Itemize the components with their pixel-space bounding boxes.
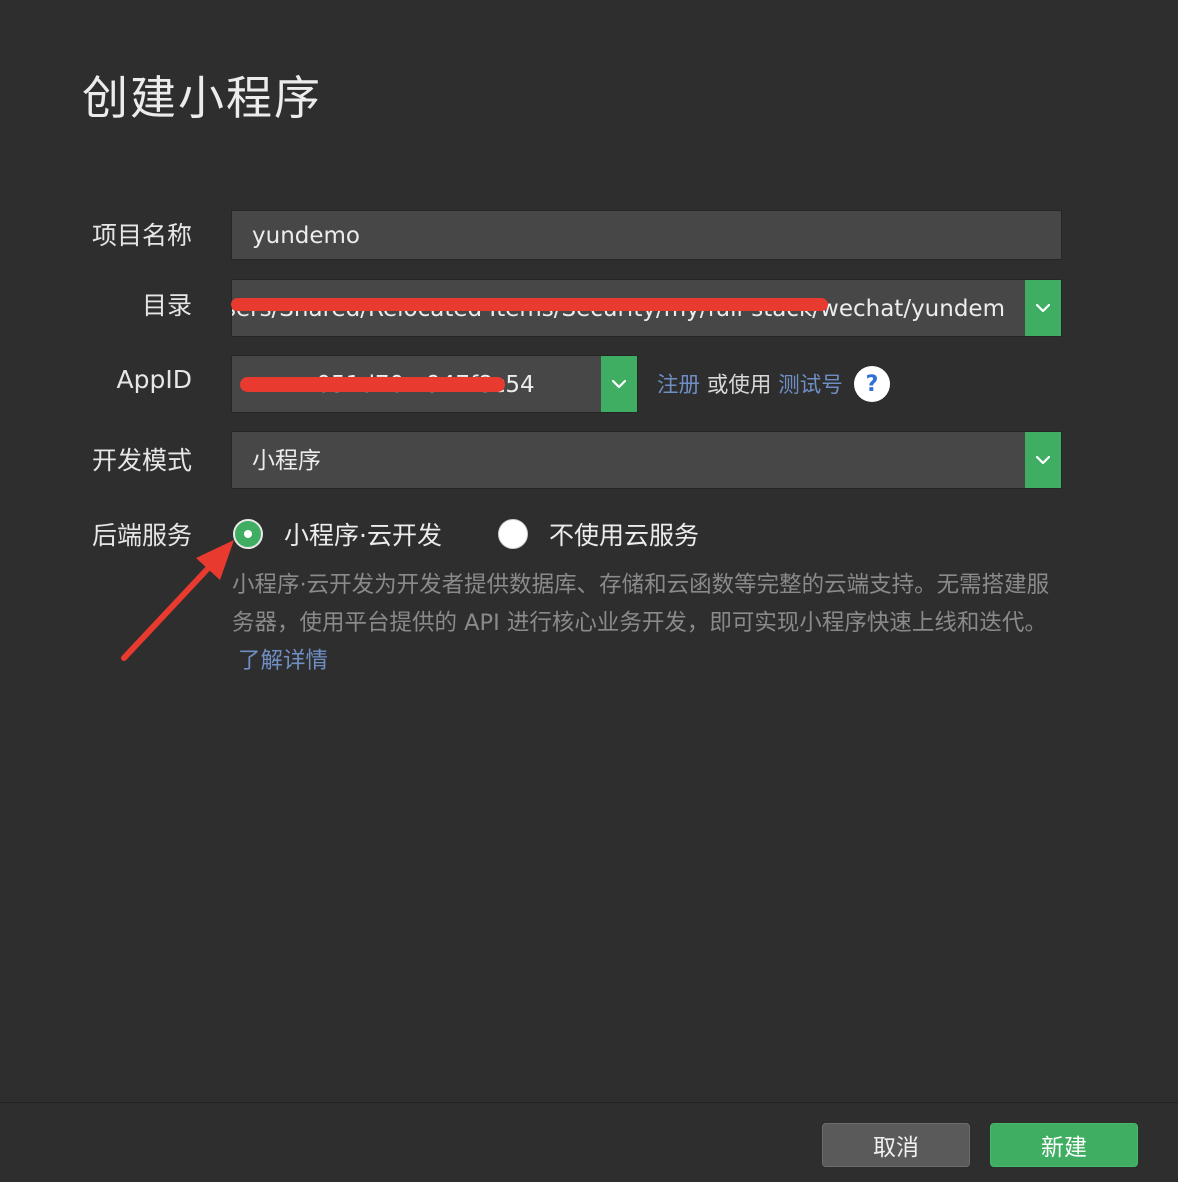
appid-label: AppID [116, 365, 192, 394]
project-name-label: 项目名称 [91, 221, 192, 250]
question-icon: ? [865, 371, 879, 397]
directory-label: 目录 [141, 291, 192, 320]
or-use-text: 或使用 [706, 373, 772, 398]
dev-mode-label: 开发模式 [91, 446, 192, 475]
red-arrow-icon [121, 540, 234, 661]
create-miniprogram-dialog: 创建小程序 项目名称 yundemo 目录 /Users/Shared/Relo… [0, 0, 1178, 1182]
radio-cloud-dev-label[interactable]: 小程序·云开发 [284, 516, 442, 552]
chevron-down-icon [1036, 303, 1050, 312]
project-name-value: yundemo [252, 223, 360, 249]
dialog-title: 创建小程序 [82, 71, 322, 125]
redaction-mark [240, 377, 505, 392]
help-button[interactable]: ? [854, 366, 890, 402]
chevron-down-icon [1036, 455, 1050, 464]
backend-description-text: 小程序·云开发为开发者提供数据库、存储和云函数等完整的云端支持。无需搭建服务器，… [232, 572, 1050, 636]
directory-dropdown-button[interactable] [1025, 280, 1061, 336]
radio-no-cloud-label[interactable]: 不使用云服务 [549, 516, 699, 552]
register-link[interactable]: 注册 [657, 373, 700, 398]
project-name-input[interactable]: yundemo [231, 210, 1062, 260]
redaction-mark [231, 298, 828, 311]
appid-dropdown-button[interactable] [601, 356, 637, 412]
dev-mode-select[interactable]: 小程序 [231, 431, 1062, 489]
test-account-link[interactable]: 测试号 [778, 373, 843, 398]
backend-description: 小程序·云开发为开发者提供数据库、存储和云函数等完整的云端支持。无需搭建服务器，… [232, 566, 1062, 680]
learn-more-link[interactable]: 了解详情 [238, 648, 328, 674]
create-button[interactable]: 新建 [990, 1123, 1138, 1167]
cancel-button[interactable]: 取消 [822, 1123, 970, 1167]
chevron-down-icon [612, 379, 626, 388]
dev-mode-dropdown-button[interactable] [1025, 432, 1061, 488]
dev-mode-value: 小程序 [252, 448, 321, 474]
appid-links: 注册 或使用 测试号 [657, 368, 843, 399]
dialog-footer: 取消 新建 [0, 1102, 1178, 1182]
radio-no-cloud[interactable] [498, 519, 528, 549]
